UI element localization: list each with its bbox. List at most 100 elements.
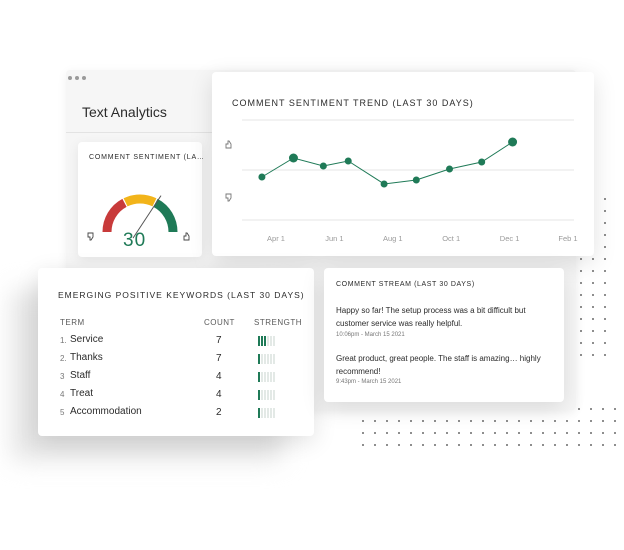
x-tick-label: Apr 1 <box>267 234 285 243</box>
keyword-term: Thanks <box>70 352 103 363</box>
data-point[interactable] <box>446 165 453 173</box>
decor-dot <box>518 444 520 446</box>
strength-bar <box>261 390 263 400</box>
keyword-row[interactable]: 3 Staff 4 <box>60 370 300 388</box>
decor-dot <box>604 198 606 200</box>
decor-dot <box>374 432 376 434</box>
decor-dot <box>602 408 604 410</box>
decor-dot <box>374 444 376 446</box>
decor-dot <box>604 330 606 332</box>
decor-dot <box>590 408 592 410</box>
data-point[interactable] <box>380 180 388 188</box>
strength-bar <box>258 336 260 346</box>
decor-dot <box>604 282 606 284</box>
decor-dot <box>494 432 496 434</box>
data-point[interactable] <box>478 158 486 166</box>
keyword-count: 4 <box>216 389 222 400</box>
strength-bar <box>270 336 272 346</box>
decor-dot <box>614 408 616 410</box>
decor-dot <box>614 432 616 434</box>
data-point[interactable] <box>508 137 518 147</box>
decor-dot <box>614 420 616 422</box>
decor-dot <box>566 444 568 446</box>
decor-dot <box>580 258 582 260</box>
decor-dot <box>580 342 582 344</box>
strength-bar <box>264 372 266 382</box>
decor-dot <box>578 432 580 434</box>
keyword-row[interactable]: 4 Treat 4 <box>60 388 300 406</box>
keyword-term: Staff <box>70 370 91 381</box>
data-point[interactable] <box>288 153 298 163</box>
window-controls[interactable] <box>68 76 86 80</box>
data-point[interactable] <box>412 176 420 184</box>
gauge-arc-neutral <box>123 194 157 207</box>
decor-dot <box>494 420 496 422</box>
sentiment-gauge-card[interactable]: COMMENT SENTIMENT (LA… 30 <box>78 142 204 257</box>
decor-dot <box>530 444 532 446</box>
gauge-value: 30 <box>123 230 147 251</box>
data-point[interactable] <box>258 173 266 181</box>
strength-bar <box>258 390 260 400</box>
strength-bar <box>270 354 272 364</box>
decor-dot <box>482 444 484 446</box>
decor-dot <box>422 444 424 446</box>
series-line <box>261 141 513 185</box>
decor-dot <box>446 444 448 446</box>
keyword-row[interactable]: 2. Thanks 7 <box>60 352 300 370</box>
gauge-arc-positive <box>153 198 178 233</box>
decor-dot <box>434 432 436 434</box>
decor-dot <box>398 420 400 422</box>
keyword-count: 4 <box>216 371 222 382</box>
decor-dot <box>398 444 400 446</box>
decor-dot <box>592 270 594 272</box>
keyword-row[interactable]: 5 Accommodation 2 <box>60 406 300 424</box>
decor-dot <box>542 444 544 446</box>
decor-dot <box>604 294 606 296</box>
keyword-rank: 1. <box>60 336 67 345</box>
strength-bar <box>273 336 275 346</box>
decor-dot <box>604 270 606 272</box>
strength-meter <box>258 372 276 382</box>
decor-dot <box>362 420 364 422</box>
data-point[interactable] <box>344 157 352 165</box>
x-tick-label: Dec 1 <box>500 234 520 243</box>
decor-dot <box>578 420 580 422</box>
keyword-rank: 3 <box>60 372 65 381</box>
decor-dot <box>604 222 606 224</box>
x-tick-label: Aug 1 <box>383 234 403 243</box>
strength-bar <box>264 408 266 418</box>
keyword-term: Service <box>70 334 104 345</box>
strength-bar <box>270 372 272 382</box>
comment-text: Happy so far! The setup process was a bi… <box>336 306 526 328</box>
decor-dot <box>446 420 448 422</box>
decor-dot <box>482 432 484 434</box>
decor-dot <box>458 420 460 422</box>
decor-dot <box>566 420 568 422</box>
decor-dot <box>580 330 582 332</box>
column-header-strength: STRENGTH <box>254 318 302 327</box>
decor-dot <box>604 318 606 320</box>
keyword-row[interactable]: 1. Service 7 <box>60 334 300 352</box>
thumbs-up-icon <box>183 232 190 241</box>
decor-dot <box>554 420 556 422</box>
decor-dot <box>398 432 400 434</box>
data-point[interactable] <box>319 162 327 170</box>
decor-dot <box>542 432 544 434</box>
decor-dot <box>592 318 594 320</box>
thumbs-down-icon <box>225 193 232 202</box>
decor-dot <box>386 420 388 422</box>
decor-dot <box>374 420 376 422</box>
strength-bar <box>270 408 272 418</box>
decor-dot <box>580 270 582 272</box>
strength-bar <box>273 390 275 400</box>
decor-dot <box>580 318 582 320</box>
positive-keywords-card[interactable]: EMERGING POSITIVE KEYWORDS (LAST 30 DAYS… <box>38 268 314 436</box>
comment-stream-card[interactable]: COMMENT STREAM (LAST 30 DAYS) Happy so f… <box>324 268 564 402</box>
sentiment-trend-card[interactable]: COMMENT SENTIMENT TREND (LAST 30 DAYS) A… <box>212 72 594 256</box>
decor-dot <box>602 420 604 422</box>
keyword-rank: 4 <box>60 390 65 399</box>
strength-bar <box>267 390 269 400</box>
keyword-count: 7 <box>216 335 222 346</box>
decor-dot <box>506 444 508 446</box>
decor-dot <box>530 420 532 422</box>
